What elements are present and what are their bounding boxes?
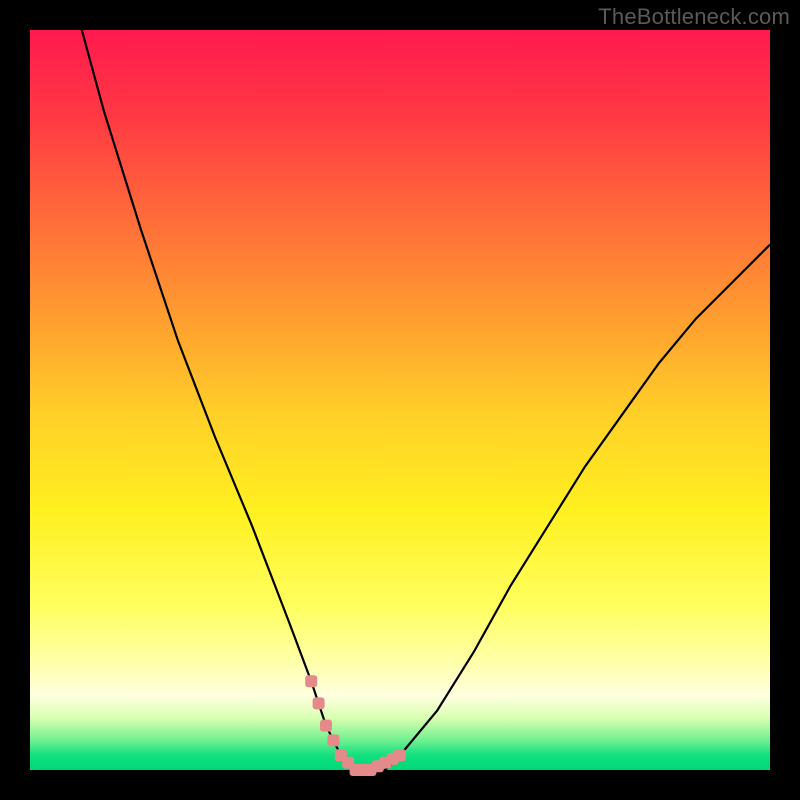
plot-area	[30, 30, 770, 770]
chart-svg	[30, 30, 770, 770]
curve-line	[82, 30, 770, 770]
highlight-marker	[305, 675, 317, 687]
bottleneck-curve-path	[82, 30, 770, 770]
chart-frame: TheBottleneck.com	[0, 0, 800, 800]
highlight-marker	[320, 720, 332, 732]
highlight-marker	[327, 734, 339, 746]
watermark-text: TheBottleneck.com	[598, 4, 790, 30]
highlight-marker	[313, 697, 325, 709]
highlight-marker	[394, 749, 406, 761]
highlight-markers	[305, 675, 406, 776]
